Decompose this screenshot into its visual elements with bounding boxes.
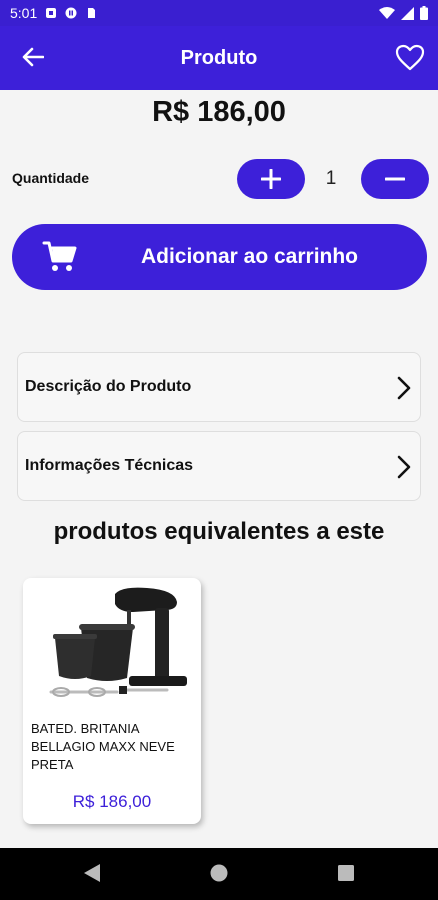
plus-icon	[261, 169, 281, 189]
quantity-value: 1	[325, 168, 337, 189]
chevron-right-icon	[397, 455, 411, 479]
quantity-label: Quantidade	[12, 170, 90, 186]
quantity-increment-button[interactable]	[237, 159, 305, 199]
app-bar: Produto	[0, 26, 438, 90]
product-card[interactable]: BATED. BRITANIA BELLAGIO MAXX NEVE PRETA…	[23, 578, 201, 824]
favorite-button[interactable]	[394, 41, 426, 73]
arrow-left-icon	[22, 47, 44, 67]
signal-icon	[401, 6, 414, 20]
back-button[interactable]	[18, 42, 48, 72]
product-image-mixer	[49, 587, 187, 697]
product-description-expander[interactable]: Descrição do Produto	[17, 352, 421, 422]
notification-square-icon	[46, 8, 57, 18]
wifi-icon	[379, 6, 395, 19]
battery-icon	[420, 6, 428, 20]
add-to-cart-label: Adicionar ao carrinho	[140, 245, 359, 268]
system-nav-bar	[0, 848, 438, 900]
status-bar: 5:01	[0, 0, 438, 26]
product-description-label: Descrição do Produto	[25, 378, 192, 395]
technical-info-label: Informações Técnicas	[25, 457, 194, 474]
status-time: 5:01	[10, 5, 38, 21]
product-price: R$ 186,00	[152, 96, 286, 128]
nav-back-icon[interactable]	[82, 862, 102, 884]
nav-home-icon[interactable]	[209, 862, 229, 884]
nav-recent-apps-icon[interactable]	[336, 862, 356, 884]
minus-icon	[385, 177, 405, 181]
related-products-title: produtos equivalentes a este	[53, 518, 385, 545]
chevron-right-icon	[397, 376, 411, 400]
heart-outline-icon	[395, 44, 425, 70]
add-to-cart-button[interactable]: Adicionar ao carrinho	[12, 224, 427, 290]
pause-circle-icon	[65, 7, 77, 19]
sim-card-icon	[88, 8, 96, 18]
product-card-price: R$ 186,00	[72, 792, 152, 811]
technical-info-expander[interactable]: Informações Técnicas	[17, 431, 421, 501]
quantity-decrement-button[interactable]	[361, 159, 429, 199]
product-card-name: BATED. BRITANIA BELLAGIO MAXX NEVE PRETA	[31, 721, 175, 772]
page-title: Produto	[180, 46, 258, 69]
